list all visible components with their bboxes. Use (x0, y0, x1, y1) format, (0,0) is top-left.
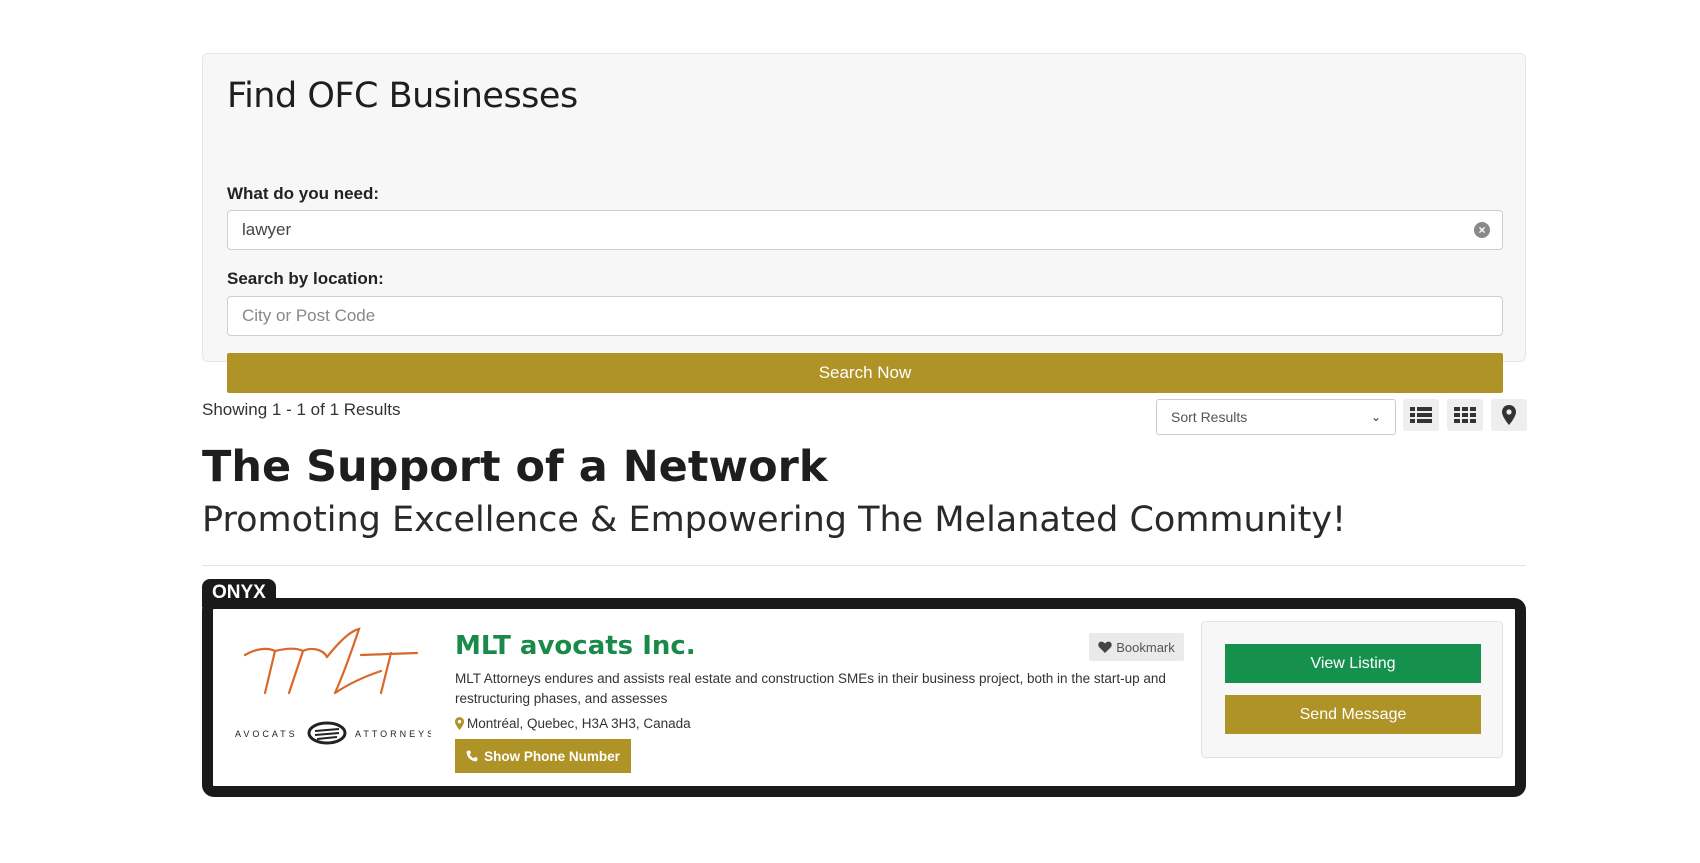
map-pin-icon (1502, 405, 1516, 425)
map-marker-icon (455, 717, 464, 730)
need-input[interactable]: lawyer × (227, 210, 1503, 250)
panel-title: Find OFC Businesses (227, 76, 578, 116)
bookmark-button[interactable]: Bookmark (1089, 633, 1184, 661)
search-panel: Find OFC Businesses What do you need: la… (202, 53, 1526, 393)
phone-icon (466, 750, 478, 762)
clear-icon[interactable]: × (1474, 222, 1490, 238)
location-input[interactable]: City or Post Code (227, 296, 1503, 336)
mlt-logo-graphic: AVOCATS ATTORNEYS (235, 627, 433, 745)
sort-select-label: Sort Results (1171, 409, 1248, 425)
business-location: Montréal, Quebec, H3A 3H3, Canada (455, 716, 691, 731)
send-message-button[interactable]: Send Message (1225, 695, 1481, 734)
map-view-button[interactable] (1491, 399, 1527, 431)
location-label: Search by location: (227, 269, 384, 288)
need-input-value: lawyer (242, 220, 292, 239)
business-name[interactable]: MLT avocats Inc. (455, 631, 696, 661)
grid-view-button[interactable] (1447, 399, 1483, 431)
search-button[interactable]: Search Now (227, 353, 1503, 393)
location-placeholder: City or Post Code (242, 306, 376, 325)
business-logo[interactable]: AVOCATS ATTORNEYS (231, 627, 433, 767)
heart-icon (1098, 641, 1112, 653)
network-headline: The Support of a Network (202, 442, 828, 492)
bookmark-label: Bookmark (1116, 639, 1175, 655)
network-subheadline: Promoting Excellence & Empowering The Me… (202, 500, 1347, 540)
show-phone-label: Show Phone Number (484, 748, 620, 764)
logo-left-text: AVOCATS (235, 729, 298, 739)
chevron-down-icon: ⌄ (1370, 410, 1381, 424)
logo-right-text: ATTORNEYS (355, 729, 431, 739)
list-view-icon (1410, 407, 1432, 423)
list-view-button[interactable] (1403, 399, 1439, 431)
action-box: View Listing Send Message (1201, 621, 1503, 758)
view-listing-button[interactable]: View Listing (1225, 644, 1481, 683)
need-label: What do you need: (227, 184, 380, 203)
divider (202, 565, 1526, 566)
grid-view-icon (1454, 407, 1476, 423)
results-count: Showing 1 - 1 of 1 Results (202, 400, 401, 419)
listing-card: AVOCATS ATTORNEYS MLT avocats Inc. Bookm… (202, 598, 1526, 797)
business-description: MLT Attorneys endures and assists real e… (455, 671, 1166, 706)
show-phone-button[interactable]: Show Phone Number (455, 739, 631, 773)
location-text: Montréal, Quebec, H3A 3H3, Canada (467, 716, 691, 731)
sort-select[interactable]: Sort Results ⌄ (1156, 399, 1396, 435)
